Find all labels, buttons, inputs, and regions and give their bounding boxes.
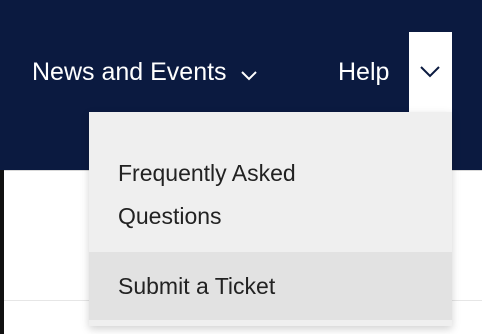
nav-item-help[interactable]: Help: [338, 52, 389, 92]
help-dropdown-menu: Frequently Asked Questions Submit a Tick…: [89, 112, 452, 326]
nav-item-news-and-events[interactable]: News and Events: [32, 52, 257, 93]
chevron-down-icon: [420, 66, 440, 78]
menu-item-submit-ticket[interactable]: Submit a Ticket: [89, 252, 452, 320]
nav-item-help-label: Help: [338, 58, 390, 86]
help-dropdown-toggle[interactable]: [409, 32, 452, 112]
chevron-down-icon: [240, 53, 257, 93]
nav-item-news-and-events-label: News and Events: [32, 58, 227, 86]
menu-item-submit-ticket-label: Submit a Ticket: [118, 273, 276, 299]
menu-item-faq[interactable]: Frequently Asked Questions: [89, 152, 452, 252]
menu-item-faq-label: Frequently Asked Questions: [118, 160, 296, 229]
